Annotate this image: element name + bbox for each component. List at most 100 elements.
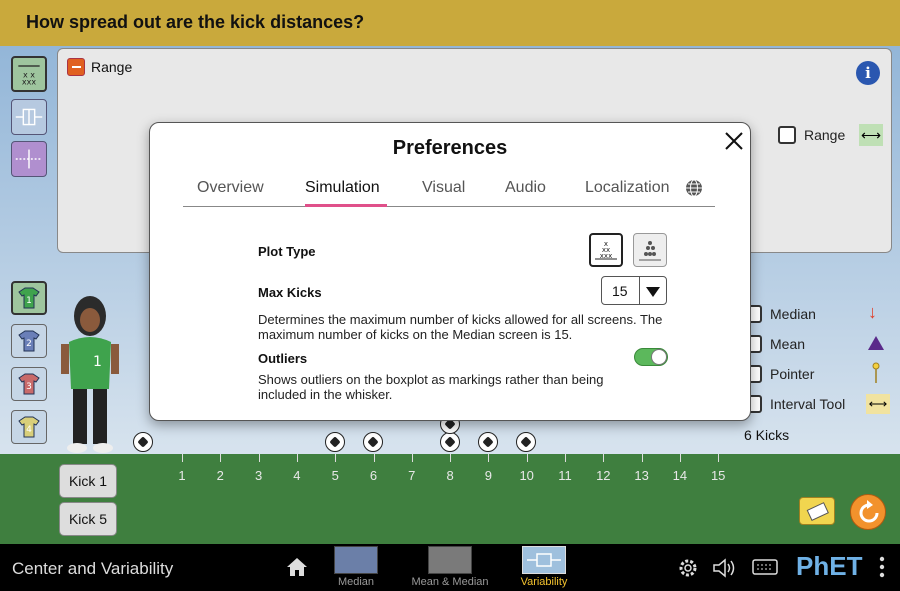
kick-1-button[interactable]: Kick 1: [59, 464, 117, 498]
screen-mean-median-label: Mean & Median: [411, 576, 489, 588]
number-line-tick-label: 3: [254, 468, 263, 483]
outliers-description: Shows outliers on the boxplot as marking…: [258, 372, 604, 402]
eraser-button[interactable]: [799, 497, 835, 525]
navigation-bar: Center and Variability Median Mean & Med…: [0, 544, 900, 591]
pointer-checkbox-label: Pointer: [770, 366, 815, 382]
range-checkbox[interactable]: [778, 126, 796, 144]
more-options-icon[interactable]: [879, 555, 885, 579]
number-line-tick-label: 7: [408, 468, 416, 483]
player-3-jersey-button[interactable]: 3: [11, 367, 47, 401]
player-1-jersey-button[interactable]: 1: [11, 281, 47, 315]
info-icon[interactable]: i: [856, 61, 880, 85]
interval-tool-icon: ⟷: [866, 394, 890, 414]
number-line-tick: [603, 454, 605, 462]
kicks-count: 6 Kicks: [744, 427, 790, 443]
svg-text:xxx: xxx: [600, 252, 612, 260]
number-line-tick: [220, 454, 222, 462]
soccer-ball-idle: [133, 432, 153, 452]
tab-overview[interactable]: Overview: [197, 179, 264, 197]
gear-icon[interactable]: [677, 557, 699, 579]
number-line-tick: [679, 454, 681, 462]
preferences-dialog: Preferences Overview Simulation Visual A…: [149, 122, 751, 421]
mean-triangle-icon: [868, 336, 884, 350]
sound-icon[interactable]: [712, 557, 738, 579]
mean-checkbox-label: Mean: [770, 336, 806, 352]
mad-view-button[interactable]: [11, 141, 47, 177]
screen-variability-label: Variability: [520, 576, 568, 588]
toggle-knob: [651, 349, 667, 365]
number-line-tick: [335, 454, 337, 462]
svg-text:xxx: xxx: [22, 78, 36, 87]
chevron-down-icon: [646, 287, 660, 297]
boxplot-view-button[interactable]: [11, 99, 47, 135]
number-line-tick-label: 10: [519, 468, 534, 483]
number-line-tick-label: 2: [216, 468, 224, 483]
max-kicks-value: 15: [612, 283, 628, 299]
player-3-number: 3: [26, 382, 32, 392]
tab-simulation[interactable]: Simulation: [305, 179, 380, 197]
kick-5-button[interactable]: Kick 5: [59, 502, 117, 536]
number-line-tick-label: 8: [446, 468, 454, 483]
median-screen-thumbnail: [334, 546, 378, 574]
range-arrow-icon: ⟷: [859, 124, 883, 146]
phet-logo[interactable]: PhET: [796, 551, 862, 582]
soccer-ball[interactable]: [325, 432, 345, 452]
app-title: Center and Variability: [12, 559, 174, 578]
number-line-tick: [296, 454, 298, 462]
screen-median-button[interactable]: Median: [333, 546, 379, 590]
number-line-tick: [411, 454, 413, 462]
plot-type-dot-button[interactable]: [633, 233, 667, 267]
pointer-icon: [872, 362, 880, 384]
soccer-ball[interactable]: [478, 432, 498, 452]
player-2-jersey-button[interactable]: 2: [11, 324, 47, 358]
number-line-tick-label: 5: [331, 468, 339, 483]
outliers-toggle[interactable]: [634, 348, 668, 366]
number-line-tick-label: 15: [710, 468, 726, 483]
active-tab-indicator: [305, 204, 387, 207]
player-4-number: 4: [26, 425, 32, 435]
globe-icon: [685, 179, 703, 197]
number-line-tick-label: 9: [484, 468, 492, 483]
number-line-tick-label: 12: [596, 468, 611, 483]
tab-visual[interactable]: Visual: [422, 179, 465, 197]
player-4-jersey-button[interactable]: 4: [11, 410, 47, 444]
home-icon[interactable]: [285, 556, 309, 578]
dotplot-view-button[interactable]: x x xxx: [11, 56, 47, 92]
tab-localization[interactable]: Localization: [585, 179, 670, 197]
number-line-tick-label: 6: [369, 468, 378, 483]
number-line-tick: [450, 454, 452, 462]
soccer-ball[interactable]: [516, 432, 536, 452]
soccer-ball[interactable]: [440, 432, 460, 452]
tab-divider: [183, 206, 715, 207]
number-line-tick-label: 1: [178, 468, 186, 483]
mean-median-screen-thumbnail: [428, 546, 472, 574]
player-2-number: 2: [26, 339, 32, 349]
number-line-tick: [718, 454, 720, 462]
number-line-tick: [258, 454, 260, 462]
screen-mean-median-button[interactable]: Mean & Median: [405, 546, 495, 590]
tab-audio[interactable]: Audio: [505, 179, 546, 197]
max-kicks-select[interactable]: 15: [601, 276, 667, 305]
interval-tool-checkbox-label: Interval Tool: [770, 396, 846, 412]
outliers-label: Outliers: [258, 351, 308, 366]
panel-title: Range: [91, 59, 133, 75]
plot-type-x-button[interactable]: x xx xxx: [589, 233, 623, 267]
number-line-tick: [565, 454, 566, 462]
reset-all-button[interactable]: [850, 494, 886, 530]
question-text: How spread out are the kick distances?: [26, 12, 365, 32]
collapse-button[interactable]: [67, 58, 85, 76]
number-line-tick-label: 14: [672, 468, 688, 483]
screen-variability-button[interactable]: Variability: [515, 546, 573, 590]
number-line-tick-label: 11: [558, 468, 572, 483]
close-icon[interactable]: [722, 129, 746, 153]
max-kicks-description: Determines the maximum number of kicks a…: [258, 312, 663, 342]
dialog-title: Preferences: [392, 137, 508, 159]
plot-type-label: Plot Type: [258, 244, 316, 259]
number-line-tick-label: 4: [293, 468, 301, 483]
soccer-ball[interactable]: [363, 432, 383, 452]
median-checkbox-label: Median: [770, 306, 816, 322]
number-line-tick-label: 13: [634, 468, 649, 483]
keyboard-icon[interactable]: [752, 558, 778, 576]
variability-screen-thumbnail: [522, 546, 566, 574]
number-line-tick: [526, 454, 528, 462]
